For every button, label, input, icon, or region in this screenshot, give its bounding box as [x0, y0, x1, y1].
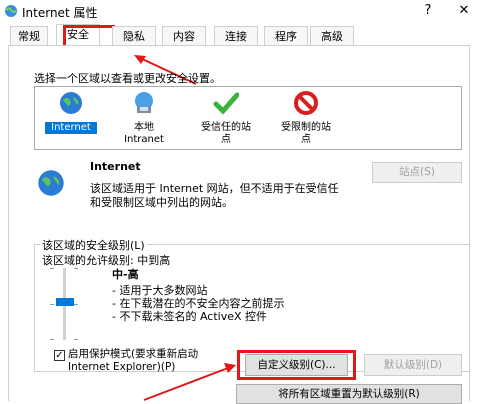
tab-connections[interactable]: 连接: [214, 26, 258, 45]
tab-general[interactable]: 常规: [10, 26, 48, 45]
level-bullet: - 适用于大多数网站: [112, 284, 208, 297]
zone-internet[interactable]: Internet: [45, 91, 97, 134]
title-bar: Internet 属性 ? ✕: [0, 0, 478, 22]
internet-options-icon: [5, 5, 17, 17]
annotation-arrow-icon: [143, 363, 236, 401]
window-title: Internet 属性: [22, 6, 98, 20]
security-level-slider[interactable]: [50, 268, 80, 340]
reset-all-zones-button[interactable]: 将所有区域重置为默认级别(R): [236, 384, 462, 404]
allowed-levels-text: 该区域的允许级别: 中到高: [42, 254, 171, 267]
level-bullet: - 不下载未签名的 ActiveX 控件: [112, 310, 268, 323]
zone-description-line1: 该区域适用于 Internet 网站，但不适用于在受信任: [90, 182, 339, 195]
close-button[interactable]: ✕: [454, 2, 474, 20]
tab-privacy[interactable]: 隐私: [112, 26, 156, 45]
globe-icon: [38, 170, 64, 196]
zone-label-line2: 点: [301, 134, 311, 145]
level-description: - 适用于大多数网站 - 在下载潜在的不安全内容之前提示 - 不下载未签名的 A…: [112, 284, 284, 323]
slider-thumb[interactable]: [56, 298, 74, 306]
zone-label: Internet: [45, 122, 97, 134]
zone-description-line2: 和受限制区域中列出的网站。: [90, 196, 233, 209]
zone-label-line2: 点: [221, 134, 231, 145]
globe-icon: [60, 92, 82, 114]
security-level-label: 该区域的安全级别(L): [40, 237, 147, 253]
default-level-button[interactable]: 默认级别(D): [364, 354, 462, 376]
protected-mode-line1: 启用保护模式(要求重新启动: [68, 348, 199, 360]
current-level-title: 中-高: [112, 268, 139, 281]
zone-trusted-sites[interactable]: 受信任的站 点: [195, 91, 257, 146]
zone-list: Internet 本地 Intranet 受信任的站 点 受限制的站 点: [34, 86, 462, 150]
zone-label-line2: Intranet: [124, 134, 164, 145]
sites-button[interactable]: 站点(S): [372, 162, 462, 183]
zone-restricted-sites[interactable]: 受限制的站 点: [275, 91, 337, 146]
checkmark-icon: [213, 92, 240, 115]
zone-label: 受限制的站: [281, 122, 331, 133]
zone-title: Internet: [90, 160, 141, 173]
level-bullet: - 在下载潜在的不安全内容之前提示: [112, 297, 285, 310]
help-button[interactable]: ?: [418, 2, 438, 20]
zone-local-intranet[interactable]: 本地 Intranet: [115, 91, 173, 146]
zone-description: 该区域适用于 Internet 网站，但不适用于在受信任 和受限制区域中列出的网…: [90, 182, 339, 210]
restricted-icon: [294, 91, 318, 115]
custom-level-highlight-box: [237, 350, 356, 380]
intranet-icon: [135, 92, 153, 113]
zone-label: 受信任的站: [201, 122, 251, 133]
tab-advanced[interactable]: 高级: [310, 26, 354, 45]
tab-content[interactable]: 内容: [162, 26, 206, 45]
zone-prompt: 选择一个区域以查看或更改安全设置。: [34, 72, 221, 85]
tab-programs[interactable]: 程序: [264, 26, 308, 45]
zone-label: 本地: [134, 122, 154, 133]
protected-mode-checkbox[interactable]: ✓: [54, 350, 65, 361]
